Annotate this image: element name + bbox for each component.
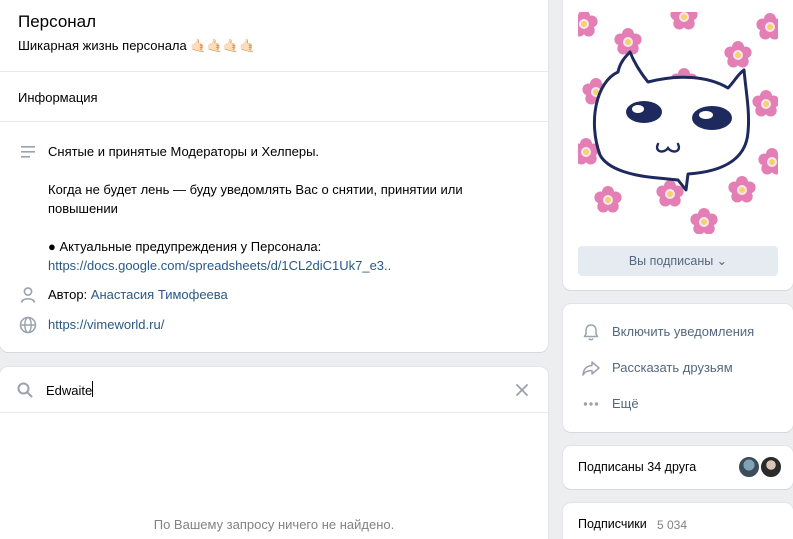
description-line: ● Актуальные предупреждения у Персонала:	[48, 239, 322, 254]
divider	[0, 121, 548, 122]
friend-avatar[interactable]	[737, 455, 761, 479]
share-icon	[582, 361, 600, 376]
group-info-card: Персонал Шикарная жизнь персонала 🤙🏻🤙🏻🤙🏻…	[0, 0, 548, 352]
close-icon[interactable]	[514, 382, 530, 398]
description-line: повышении	[48, 201, 118, 216]
divider	[0, 412, 548, 413]
search-icon	[17, 382, 33, 398]
description-line: Когда не будет лень — буду уведомлять Ва…	[48, 182, 463, 197]
description-line: Снятые и принятые Модераторы и Хелперы.	[48, 144, 320, 159]
followers-card[interactable]: Подписчики 5 034	[563, 503, 793, 539]
info-section-title: Информация	[18, 90, 98, 105]
subscribed-button[interactable]: Вы подписаны ⌄	[578, 246, 778, 276]
status-emoji: 🤙🏻🤙🏻🤙🏻🤙🏻	[190, 38, 256, 53]
friend-avatar[interactable]	[759, 455, 783, 479]
group-title: Персонал	[18, 12, 97, 31]
action-label: Рассказать друзьям	[612, 360, 733, 375]
text-lines-icon	[21, 146, 35, 158]
friends-card[interactable]: Подписаны 34 друга	[563, 446, 793, 489]
empty-results-message: По Вашему запросу ничего не найдено.	[153, 517, 395, 532]
author-label: Автор:	[48, 287, 88, 302]
search-input[interactable]	[46, 379, 486, 401]
action-label: Ещё	[612, 396, 639, 411]
action-label: Включить уведомления	[612, 324, 755, 339]
globe-icon	[19, 316, 37, 334]
group-avatar[interactable]	[578, 12, 778, 234]
website-link[interactable]: https://vimeworld.ru/	[48, 317, 164, 332]
group-status: Шикарная жизнь персонала 🤙🏻🤙🏻🤙🏻🤙🏻	[18, 38, 255, 54]
friends-subscribed-label: Подписаны 34 друга	[578, 460, 697, 474]
user-icon	[20, 287, 36, 303]
actions-card: Включить уведомления Рассказать друзьям …	[563, 304, 793, 432]
author-link[interactable]: Анастасия Тимофеева	[91, 287, 228, 302]
divider	[0, 71, 548, 72]
followers-label: Подписчики	[578, 517, 647, 531]
text-caret	[92, 381, 93, 397]
description-text: Снятые и принятые Модераторы и Хелперы. …	[48, 142, 488, 275]
avatar-card: Вы подписаны ⌄	[563, 0, 793, 290]
search-card: По Вашему запросу ничего не найдено.	[0, 367, 548, 539]
cat-flowers-image	[578, 12, 778, 234]
bell-icon	[583, 324, 599, 341]
group-status-text: Шикарная жизнь персонала	[18, 38, 187, 53]
more-icon	[583, 402, 599, 406]
description-link[interactable]: https://docs.google.com/spreadsheets/d/1…	[48, 256, 488, 275]
followers-count: 5 034	[657, 518, 688, 532]
author-text: Автор: Анастасия Тимофеева	[48, 285, 488, 304]
